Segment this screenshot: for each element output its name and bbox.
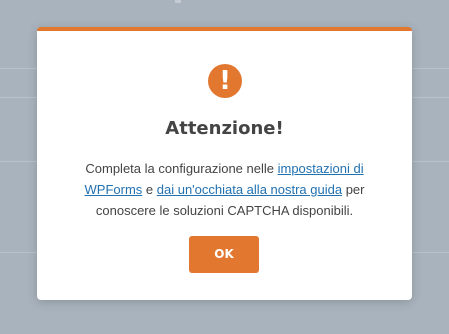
message-text: e (142, 182, 157, 197)
dialog-message: Completa la configurazione nelle imposta… (67, 158, 382, 221)
exclamation-circle-icon: ! (208, 64, 242, 98)
message-text: Completa la configurazione nelle (85, 161, 278, 176)
ok-button[interactable]: OK (189, 236, 259, 273)
alert-dialog: ! Attenzione! Completa la configurazione… (37, 27, 412, 300)
exclamation-glyph: ! (219, 66, 231, 96)
background-detail (175, 0, 181, 3)
guide-link[interactable]: dai un'occhiata alla nostra guida (157, 182, 342, 197)
dialog-title: Attenzione! (165, 118, 284, 139)
